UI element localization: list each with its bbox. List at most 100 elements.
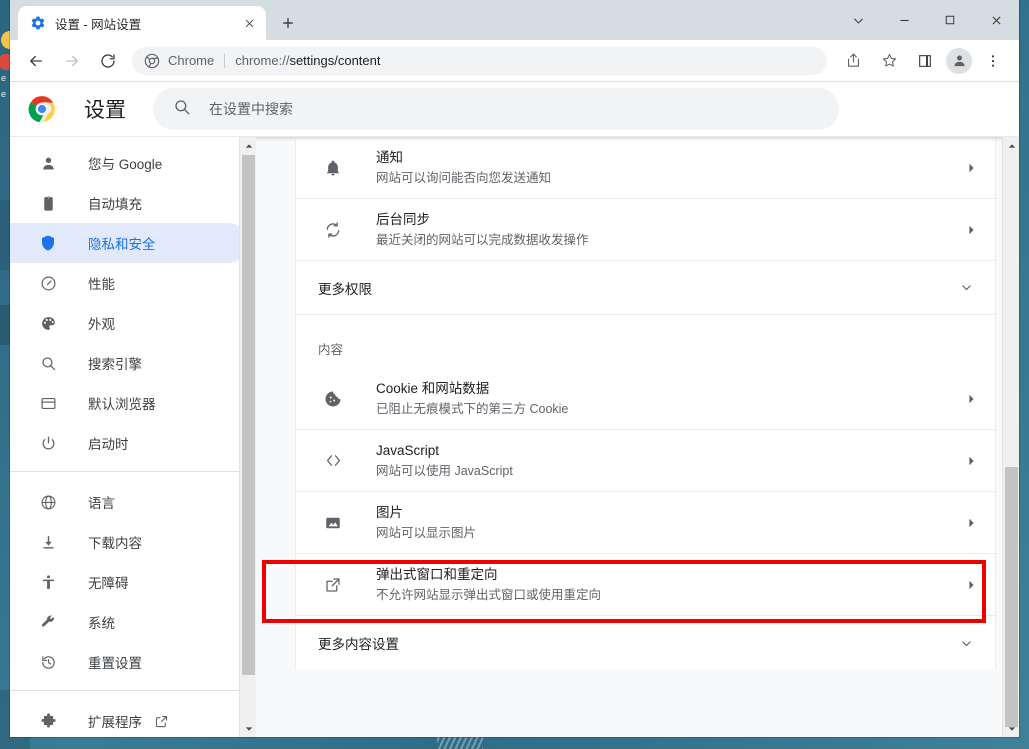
search-input[interactable]: 在设置中搜索: [153, 88, 839, 130]
sidebar-item-label: 隐私和安全: [88, 237, 156, 252]
sidebar-item-label: 无障碍: [88, 576, 129, 591]
minimize-button[interactable]: [881, 0, 927, 40]
avatar[interactable]: [946, 47, 972, 74]
new-tab-button[interactable]: [274, 9, 302, 37]
gear-icon: [30, 15, 46, 31]
sidebar-item-label: 性能: [88, 277, 115, 292]
history-restore-icon: [38, 652, 58, 672]
sidebar-item-default-browser[interactable]: 默认浏览器: [10, 383, 248, 423]
more-permissions-expander[interactable]: 更多权限: [296, 261, 995, 315]
side-panel-icon[interactable]: [910, 46, 940, 76]
back-button[interactable]: [21, 46, 51, 76]
setting-row-popups-and-redirects[interactable]: 弹出式窗口和重定向 不允许网站显示弹出式窗口或使用重定向: [296, 554, 995, 616]
sidebar-scrollbar-thumb[interactable]: [242, 155, 255, 675]
sync-icon: [322, 219, 344, 241]
wrench-icon: [38, 612, 58, 632]
sidebar-item-downloads[interactable]: 下载内容: [10, 522, 248, 562]
address-bar[interactable]: Chrome chrome://settings/content: [132, 46, 827, 75]
scroll-down-arrow-icon[interactable]: [240, 720, 256, 737]
tab-strip: 设置 - 网站设置: [10, 0, 1019, 40]
settings-body: 您与 Google 自动填充 隐私和安全 性能 外观 搜索引擎 默认浏览器 启动…: [10, 136, 1019, 737]
sidebar-item-on-startup[interactable]: 启动时: [10, 423, 248, 463]
search-icon: [173, 98, 191, 121]
setting-row-notifications[interactable]: 通知 网站可以询问能否向您发送通知: [296, 137, 995, 199]
reload-button[interactable]: [93, 46, 123, 76]
settings-main-panel: 通知 网站可以询问能否向您发送通知 后台同步 最近关闭的网站可以完成数据收发操作…: [256, 137, 1019, 737]
more-content-settings-expander[interactable]: 更多内容设置: [296, 616, 995, 670]
browser-toolbar: Chrome chrome://settings/content: [10, 40, 1019, 82]
chevron-down-icon: [960, 281, 973, 294]
setting-row-subtitle: 不允许网站显示弹出式窗口或使用重定向: [376, 587, 602, 602]
setting-row-subtitle: 已阻止无痕模式下的第三方 Cookie: [376, 401, 569, 416]
chrome-logo-icon: [28, 95, 56, 123]
setting-row-title: 后台同步: [376, 211, 430, 227]
sidebar-item-system[interactable]: 系统: [10, 602, 248, 642]
more-content-settings-label: 更多内容设置: [318, 637, 399, 652]
more-permissions-label: 更多权限: [318, 281, 372, 297]
sidebar-item-reset-settings[interactable]: 重置设置: [10, 642, 248, 682]
sidebar-scrollbar[interactable]: [239, 137, 256, 737]
setting-row-subtitle: 网站可以询问能否向您发送通知: [376, 170, 552, 185]
sidebar-item-search-engine[interactable]: 搜索引擎: [10, 343, 248, 383]
download-icon: [38, 532, 58, 552]
setting-row-texts: 弹出式窗口和重定向 不允许网站显示弹出式窗口或使用重定向: [376, 565, 956, 605]
scroll-up-arrow-icon[interactable]: [1003, 137, 1019, 154]
sidebar-item-appearance[interactable]: 外观: [10, 303, 248, 343]
setting-row-title: 弹出式窗口和重定向: [376, 566, 498, 582]
site-settings-card: 通知 网站可以询问能否向您发送通知 后台同步 最近关闭的网站可以完成数据收发操作…: [295, 137, 996, 670]
sidebar-item-label: 您与 Google: [88, 157, 163, 172]
sidebar-item-privacy-and-security[interactable]: 隐私和安全: [10, 223, 248, 263]
setting-row-texts: JavaScript 网站可以使用 JavaScript: [376, 441, 956, 481]
sidebar-item-you-and-google[interactable]: 您与 Google: [10, 143, 248, 183]
forward-button[interactable]: [57, 46, 87, 76]
bell-icon: [322, 157, 344, 179]
scroll-down-arrow-icon[interactable]: [1003, 720, 1019, 737]
sidebar-item-accessibility[interactable]: 无障碍: [10, 562, 248, 602]
clipboard-icon: [38, 193, 58, 213]
shield-icon: [38, 233, 58, 253]
chrome-menu-button[interactable]: [978, 46, 1008, 76]
omnibox-chip-label: Chrome: [168, 53, 215, 68]
settings-header: 设置 在设置中搜索: [10, 82, 1019, 136]
main-scrollbar[interactable]: [1002, 137, 1019, 737]
setting-row-cookies[interactable]: Cookie 和网站数据 已阻止无痕模式下的第三方 Cookie: [296, 368, 995, 430]
search-placeholder: 在设置中搜索: [209, 101, 293, 117]
chevron-right-icon: [968, 163, 975, 173]
setting-row-title: 图片: [376, 504, 403, 520]
star-icon[interactable]: [874, 46, 904, 76]
chevron-right-icon: [968, 225, 975, 235]
setting-row-javascript[interactable]: JavaScript 网站可以使用 JavaScript: [296, 430, 995, 492]
tab-search-button[interactable]: [835, 0, 881, 40]
sidebar-item-label: 扩展程序: [88, 715, 142, 730]
sidebar-group-extensions: 扩展程序: [10, 690, 256, 737]
setting-row-background-sync[interactable]: 后台同步 最近关闭的网站可以完成数据收发操作: [296, 199, 995, 261]
main-scrollbar-thumb[interactable]: [1005, 467, 1018, 727]
accessibility-icon: [38, 572, 58, 592]
sidebar-item-extensions[interactable]: 扩展程序: [10, 701, 248, 737]
maximize-button[interactable]: [927, 0, 973, 40]
scroll-up-arrow-icon[interactable]: [240, 137, 256, 154]
sidebar-item-languages[interactable]: 语言: [10, 482, 248, 522]
close-window-button[interactable]: [973, 0, 1019, 40]
share-icon[interactable]: [838, 46, 868, 76]
page-title: 设置: [84, 99, 126, 122]
puzzle-icon: [38, 711, 58, 731]
person-icon: [38, 153, 58, 173]
setting-row-texts: Cookie 和网站数据 已阻止无痕模式下的第三方 Cookie: [376, 379, 956, 419]
tab-title: 设置 - 网站设置: [55, 17, 142, 32]
setting-row-subtitle: 网站可以显示图片: [376, 525, 477, 540]
content-section-header: 内容: [318, 343, 344, 357]
sidebar-item-label: 搜索引擎: [88, 357, 142, 372]
sidebar-item-label: 默认浏览器: [88, 397, 156, 412]
globe-icon: [38, 492, 58, 512]
search-icon: [38, 353, 58, 373]
speedometer-icon: [38, 273, 58, 293]
setting-row-images[interactable]: 图片 网站可以显示图片: [296, 492, 995, 554]
cookie-icon: [322, 388, 344, 410]
browser-tab[interactable]: 设置 - 网站设置: [18, 6, 266, 40]
close-icon[interactable]: [240, 14, 258, 32]
sidebar-item-label: 系统: [88, 616, 115, 631]
sidebar-item-performance[interactable]: 性能: [10, 263, 248, 303]
sidebar-item-autofill[interactable]: 自动填充: [10, 183, 248, 223]
chrome-icon: [144, 53, 160, 69]
